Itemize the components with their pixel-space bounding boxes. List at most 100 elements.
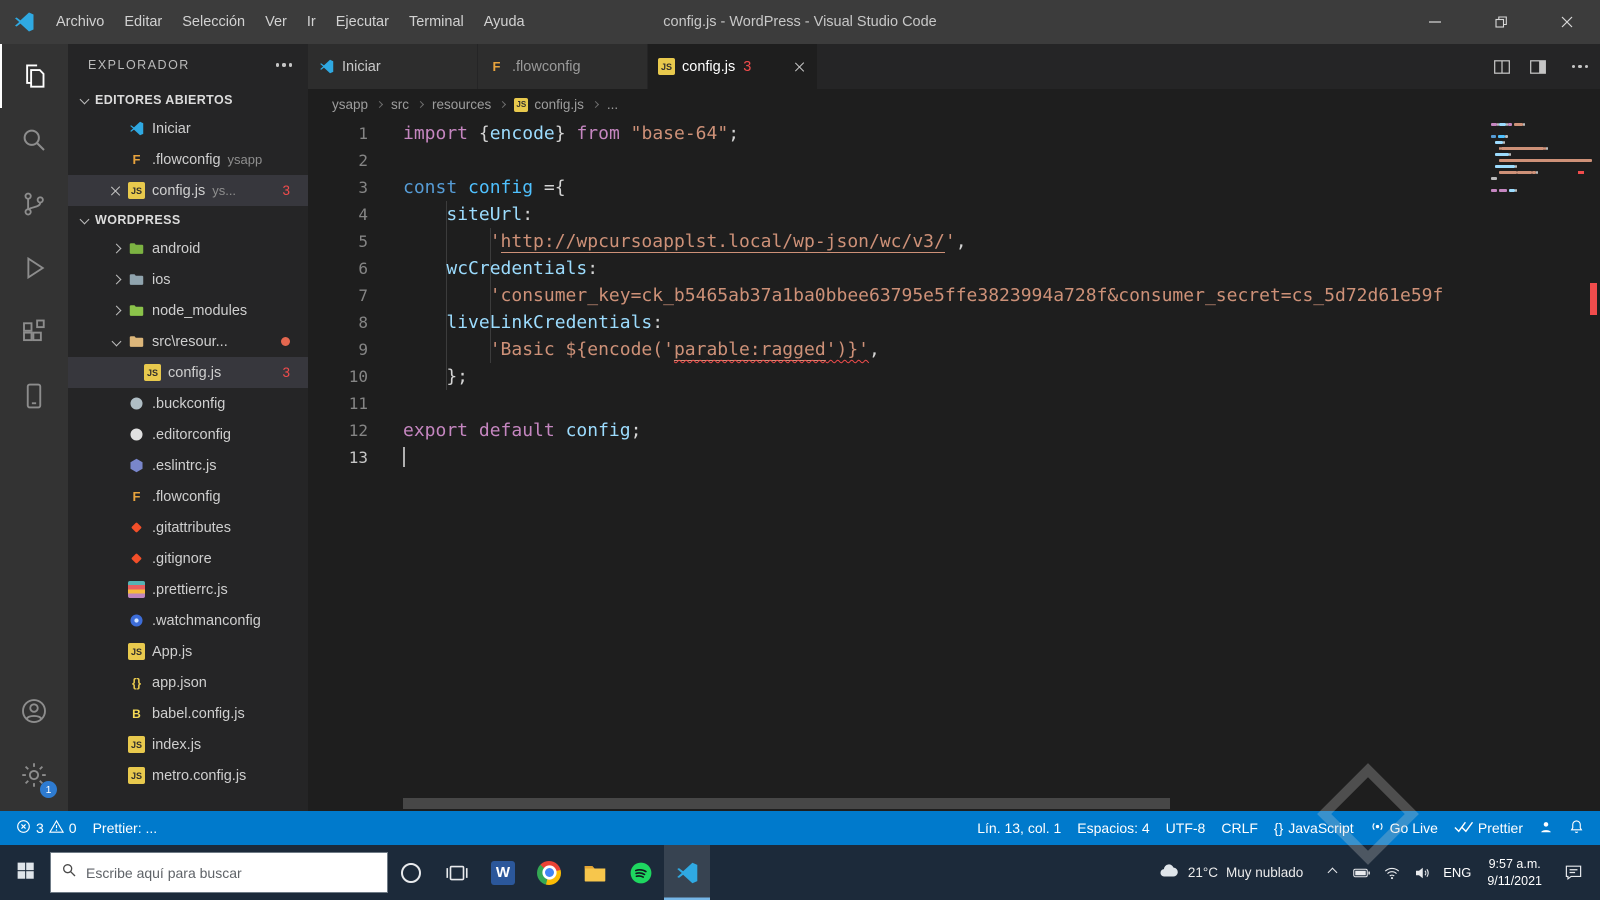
tab-Iniciar[interactable]: Iniciar <box>308 44 478 89</box>
menu-terminal[interactable]: Terminal <box>399 0 474 44</box>
split-editor-icon[interactable] <box>1488 53 1516 81</box>
file-row-.gitignore[interactable]: .gitignore <box>68 543 308 574</box>
minimize-button[interactable] <box>1402 0 1468 44</box>
code-text[interactable]: 'Basic ${encode('parable:ragged')}', <box>403 336 880 363</box>
minimap[interactable] <box>1486 120 1592 811</box>
file-row-app.json[interactable]: {} app.json <box>68 667 308 698</box>
breadcrumb-item-src[interactable]: src <box>391 97 409 112</box>
word-taskbar-button[interactable]: W <box>480 845 526 900</box>
code-text[interactable]: siteUrl: <box>403 201 533 228</box>
file-row-.eslintrc.js[interactable]: .eslintrc.js <box>68 450 308 481</box>
section-header-editores-abiertos[interactable]: EDITORES ABIERTOS <box>68 86 308 113</box>
file-row-App.js[interactable]: JS App.js <box>68 636 308 667</box>
code-text[interactable]: }; <box>403 363 468 390</box>
problems-indicator[interactable]: 3 0 <box>8 811 85 845</box>
hidden-icons-button[interactable] <box>1317 845 1347 900</box>
network-icon[interactable] <box>1377 845 1407 900</box>
file-row-Iniciar[interactable]: Iniciar <box>68 113 308 144</box>
tab-config.js[interactable]: JS config.js 3 <box>648 44 818 89</box>
code-line-9[interactable]: 9 'Basic ${encode('parable:ragged')}', <box>308 336 1486 363</box>
source-control-activity-button[interactable] <box>0 172 68 236</box>
file-row-config.js[interactable]: JS config.js 3 <box>68 357 308 388</box>
close-icon[interactable] <box>109 184 123 198</box>
vscode-taskbar-button[interactable] <box>664 845 710 900</box>
more-actions-icon[interactable] <box>275 63 292 67</box>
file-row-ios[interactable]: ios <box>68 264 308 295</box>
menu-ver[interactable]: Ver <box>255 0 297 44</box>
file-row-metro.config.js[interactable]: JS metro.config.js <box>68 760 308 791</box>
close-button[interactable] <box>1534 0 1600 44</box>
file-row-node_modules[interactable]: node_modules <box>68 295 308 326</box>
cortana-taskbar-button[interactable] <box>388 845 434 900</box>
code-editor[interactable]: 1 import {encode} from "base-64"; 2 3 const … <box>308 120 1600 811</box>
breadcrumb-item-ysapp[interactable]: ysapp <box>332 97 368 112</box>
notifications-button[interactable] <box>1561 811 1592 845</box>
restore-button[interactable] <box>1468 0 1534 44</box>
volume-icon[interactable] <box>1407 845 1437 900</box>
file-row-.watchmanconfig[interactable]: .watchmanconfig <box>68 605 308 636</box>
chrome-taskbar-button[interactable] <box>526 845 572 900</box>
prettier-formatter[interactable]: Prettier <box>1446 811 1531 845</box>
start-button[interactable] <box>0 845 50 900</box>
task-view-taskbar-button[interactable] <box>434 845 480 900</box>
cursor-position[interactable]: Lín. 13, col. 1 <box>969 811 1069 845</box>
code-text[interactable]: liveLinkCredentials: <box>403 309 663 336</box>
code-text[interactable]: wcCredentials: <box>403 255 598 282</box>
weather-widget[interactable]: 21°C Muy nublado <box>1144 845 1317 900</box>
code-line-11[interactable]: 11 <box>308 390 1486 417</box>
prettier-status[interactable]: Prettier: ... <box>85 811 166 845</box>
file-row-.editorconfig[interactable]: .editorconfig <box>68 419 308 450</box>
code-line-3[interactable]: 3 const config ={ <box>308 174 1486 201</box>
settings-activity-button[interactable]: 1 <box>0 743 68 807</box>
file-row-index.js[interactable]: JS index.js <box>68 729 308 760</box>
code-line-7[interactable]: 7 'consumer_key=ck_b5465ab37a1ba0bbee637… <box>308 282 1486 309</box>
menu-selección[interactable]: Selección <box>172 0 255 44</box>
accounts-activity-button[interactable] <box>0 679 68 743</box>
code-text[interactable]: 'http://wpcursoapplst.local/wp-json/wc/v… <box>403 228 967 255</box>
code-text[interactable]: 'consumer_key=ck_b5465ab37a1ba0bbee63795… <box>403 282 1444 309</box>
code-text[interactable]: import {encode} from "base-64"; <box>403 120 739 147</box>
file-row-.prettierrc.js[interactable]: .prettierrc.js <box>68 574 308 605</box>
search-activity-button[interactable] <box>0 108 68 172</box>
close-icon[interactable] <box>793 60 807 74</box>
menu-archivo[interactable]: Archivo <box>46 0 114 44</box>
code-line-4[interactable]: 4 siteUrl: <box>308 201 1486 228</box>
explorer-activity-button[interactable] <box>0 44 68 108</box>
code-text[interactable]: export default config; <box>403 417 641 444</box>
code-line-6[interactable]: 6 wcCredentials: <box>308 255 1486 282</box>
menu-ir[interactable]: Ir <box>297 0 326 44</box>
indentation[interactable]: Espacios: 4 <box>1069 811 1157 845</box>
feedback-button[interactable] <box>1531 811 1561 845</box>
run-and-debug-activity-button[interactable] <box>0 236 68 300</box>
file-row-babel.config.js[interactable]: Bbabel.config.js <box>68 698 308 729</box>
mobile-view-activity-button[interactable] <box>0 364 68 428</box>
file-row-.flowconfig[interactable]: F .flowconfig ysapp <box>68 144 308 175</box>
horizontal-scrollbar[interactable] <box>403 798 1170 809</box>
code-line-5[interactable]: 5 'http://wpcursoapplst.local/wp-json/wc… <box>308 228 1486 255</box>
file-row-.gitattributes[interactable]: .gitattributes <box>68 512 308 543</box>
action-center-button[interactable] <box>1552 845 1594 900</box>
search-input[interactable] <box>86 864 377 881</box>
code-line-2[interactable]: 2 <box>308 147 1486 174</box>
code-text[interactable] <box>403 444 405 471</box>
code-text[interactable]: const config ={ <box>403 174 566 201</box>
spotify-taskbar-button[interactable] <box>618 845 664 900</box>
code-line-12[interactable]: 12 export default config; <box>308 417 1486 444</box>
extensions-activity-button[interactable] <box>0 300 68 364</box>
code-line-8[interactable]: 8 liveLinkCredentials: <box>308 309 1486 336</box>
breadcrumb-item-resources[interactable]: resources <box>432 97 491 112</box>
language-indicator[interactable]: ENG <box>1437 865 1477 880</box>
breadcrumb-item-config.js[interactable]: JS config.js <box>514 97 584 112</box>
editor-layout-icon[interactable] <box>1524 53 1552 81</box>
menu-ejecutar[interactable]: Ejecutar <box>326 0 399 44</box>
menu-editar[interactable]: Editar <box>114 0 172 44</box>
tab-.flowconfig[interactable]: F .flowconfig <box>478 44 648 89</box>
file-row-android[interactable]: android <box>68 233 308 264</box>
more-actions-icon[interactable] <box>1560 53 1588 81</box>
code-line-1[interactable]: 1 import {encode} from "base-64"; <box>308 120 1486 147</box>
clock[interactable]: 9:57 a.m. 9/11/2021 <box>1477 856 1552 890</box>
menu-ayuda[interactable]: Ayuda <box>474 0 535 44</box>
eol-selector[interactable]: CRLF <box>1213 811 1266 845</box>
encoding[interactable]: UTF-8 <box>1158 811 1214 845</box>
file-explorer-taskbar-button[interactable] <box>572 845 618 900</box>
